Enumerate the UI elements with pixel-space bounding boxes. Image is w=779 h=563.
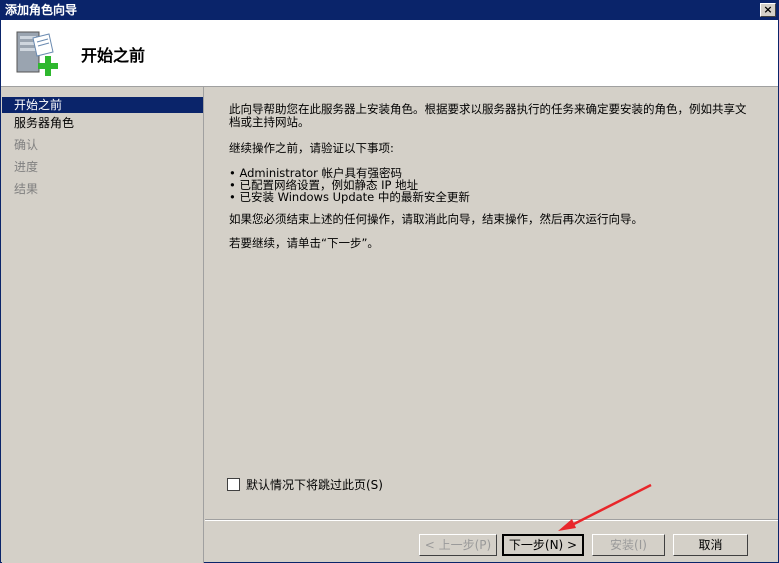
window-title: 添加角色向导 [5,3,78,17]
close-button[interactable]: × [760,3,776,17]
server-add-icon [16,31,58,76]
step-progress: 进度 [14,160,39,174]
next-button[interactable]: 下一步(N) > [502,534,584,556]
checkbox-box[interactable] [227,478,240,491]
wizard-content: 此向导帮助您在此服务器上安装角色。根据要求以服务器执行的任务来确定要安装的角色，… [205,87,778,517]
footer-divider [205,519,778,521]
wizard-step-list: 开始之前 服务器角色 确认 进度 结果 [2,87,204,563]
continue-note: 若要继续，请单击“下一步”。 [229,236,379,250]
cancel-button[interactable]: 取消 [673,534,748,556]
install-button[interactable]: 安装(I) [592,534,665,556]
step-server-roles[interactable]: 服务器角色 [2,113,203,135]
skip-page-label: 默认情况下将跳过此页(S) [246,478,383,492]
cancel-note: 如果您必须结束上述的任何操作，请取消此向导，结束操作，然后再次运行向导。 [229,212,643,226]
verify-heading: 继续操作之前，请验证以下事项: [229,141,394,155]
list-item: 已安装 Windows Update 中的最新安全更新 [229,191,469,203]
annotation-arrow [558,483,652,531]
wizard-header: 开始之前 [1,20,778,87]
skip-page-checkbox[interactable]: 默认情况下将跳过此页(S) [227,476,383,493]
step-results: 结果 [14,182,39,196]
prerequisite-list: Administrator 帐户具有强密码 已配置网络设置，例如静态 IP 地址… [229,167,469,203]
intro-text: 此向导帮助您在此服务器上安装角色。根据要求以服务器执行的任务来确定要安装的角色，… [229,102,747,129]
back-button[interactable]: < 上一步(P) [419,534,497,556]
add-roles-wizard-window: 添加角色向导 × 开始之前 开始之前 服务器角色 确认 进度 结果 此向导帮助您… [0,0,779,563]
step-confirmation: 确认 [14,138,39,152]
page-title: 开始之前 [81,46,146,65]
title-bar[interactable]: 添加角色向导 × [1,1,778,20]
step-before-you-begin[interactable]: 开始之前 [2,97,203,113]
